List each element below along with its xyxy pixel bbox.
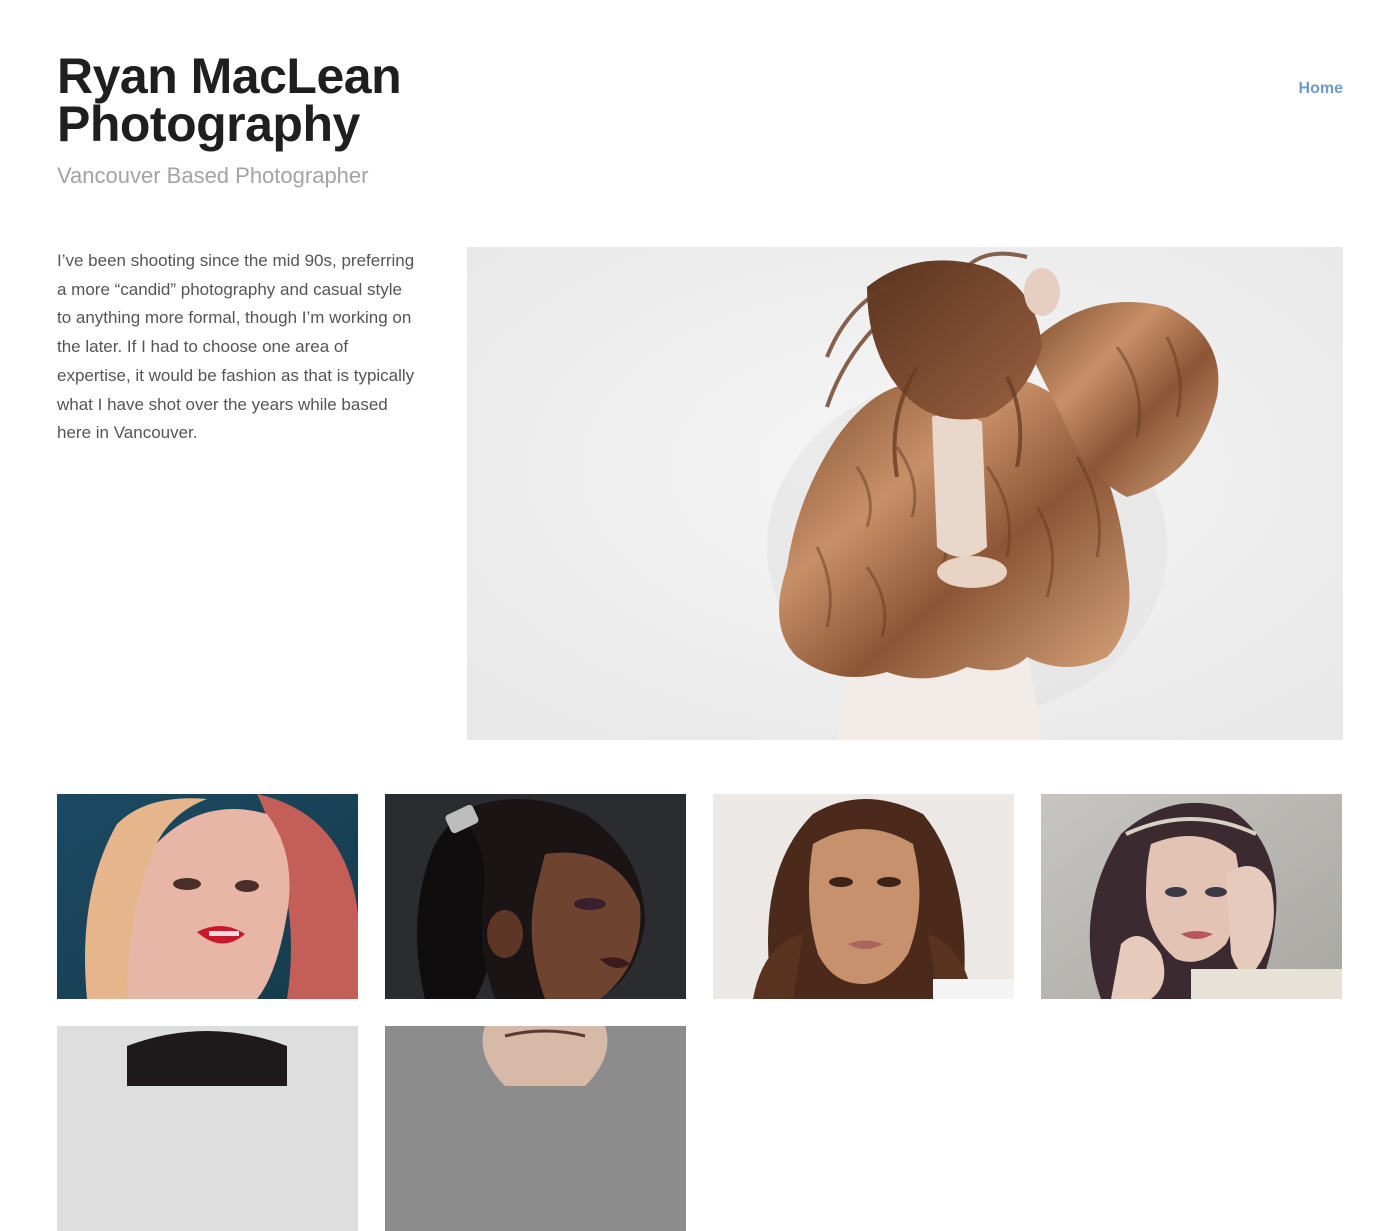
portrait-photo-ponytail [385, 794, 686, 999]
gallery-thumbnail[interactable] [385, 794, 686, 999]
nav-home-link[interactable]: Home [1299, 80, 1343, 98]
site-tagline: Vancouver Based Photographer [57, 163, 369, 188]
gallery-thumbnail[interactable] [385, 1026, 686, 1231]
portrait-photo-headscarf [57, 794, 358, 999]
portrait-photo [385, 1026, 686, 1231]
intro-text: I’ve been shooting since the mid 90s, pr… [57, 251, 415, 443]
portrait-photo-brunette [713, 794, 1014, 999]
gallery-thumbnail[interactable] [713, 794, 1014, 999]
portrait-photo-hand-on-face [1041, 794, 1342, 999]
gallery-thumbnail[interactable] [57, 794, 358, 999]
site-branding: Ryan MacLean Photography Vancouver Based… [57, 51, 477, 188]
hero-image[interactable] [467, 247, 1343, 740]
portrait-photo [57, 1026, 358, 1231]
site-title[interactable]: Ryan MacLean Photography [57, 51, 417, 149]
gallery-thumbnail[interactable] [57, 1026, 358, 1231]
hero-photo-illustration [467, 247, 1343, 740]
gallery-thumbnail[interactable] [1041, 794, 1342, 999]
